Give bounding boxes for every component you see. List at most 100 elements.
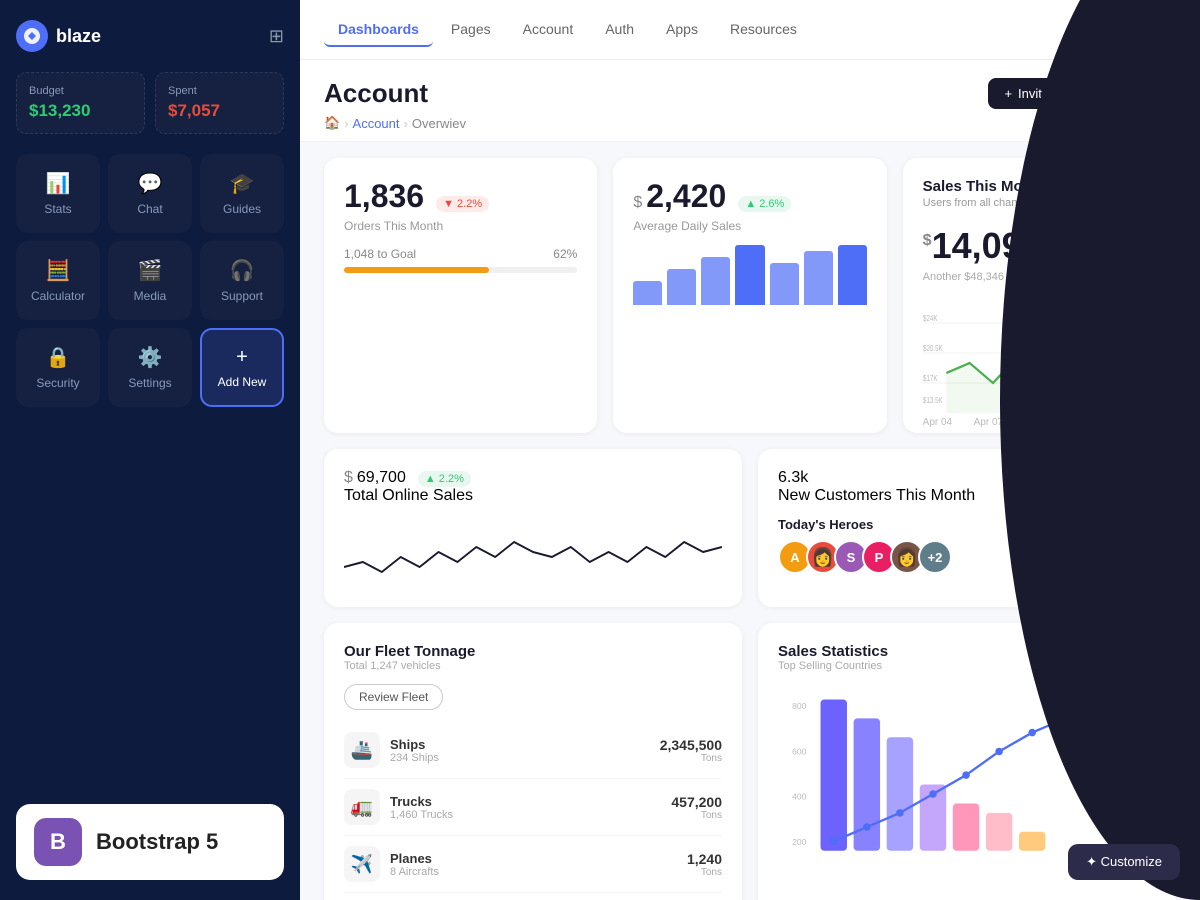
search-button[interactable] [1092,12,1128,48]
daily-sales-card: $ 2,420 ▲ 2.6% Average Daily Sales [613,158,886,433]
stats-row-1: 1,836 ▼ 2.2% Orders This Month 1,048 to … [324,158,1176,433]
logo: blaze [16,20,101,52]
chart-label-4: Apr 13 [1076,417,1105,428]
sales-month-value: $14,094 [923,225,1156,267]
sales-month-subtitle: Users from all channels [923,197,1156,209]
tab-account[interactable]: Account [509,13,588,47]
media-icon: 🎬 [138,258,163,283]
tab-pages[interactable]: Pages [437,13,505,47]
bootstrap-icon: B [34,818,82,866]
ships-icon: 🚢 [344,732,380,768]
sidebar-item-guides[interactable]: 🎓 Guides [200,154,284,233]
sales-stats-title: Sales Statistics [778,643,1156,660]
breadcrumb-current: Overwiev [412,116,466,131]
security-icon: 🔒 [46,345,71,370]
sales-month-title: Sales This Months [923,178,1156,195]
create-app-button[interactable]: Create App [1075,78,1176,109]
bar-3 [701,257,730,305]
tab-resources[interactable]: Resources [716,13,811,47]
daily-sales-badge: ▲ 2.6% [738,196,791,212]
orders-badge: ▼ 2.2% [436,196,489,212]
svg-text:600: 600 [792,746,806,756]
ships-sub: 234 Ships [390,752,439,764]
nav-right: U [1092,12,1176,48]
heroes-avatars: A 👩 S P 👩 +2 [778,540,1156,574]
sidebar-item-security[interactable]: 🔒 Security [16,328,100,407]
chart-label-5: Apr 16 [1127,417,1156,428]
sidebar-item-calculator[interactable]: 🧮 Calculator [16,241,100,320]
spent-value: $7,057 [168,101,271,121]
orders-label: Orders This Month [344,219,577,233]
online-sales-badge: ▲ 2.2% [418,471,471,487]
sidebar-item-add-new[interactable]: + Add New [200,328,284,407]
trucks-icon: 🚛 [344,789,380,825]
sales-month-card: Sales This Months Users from all channel… [903,158,1176,433]
page-title: Account [324,78,428,109]
stats-icon: 📊 [46,171,71,196]
user-avatar[interactable]: U [1140,12,1176,48]
online-sales-label: Total Online Sales [344,487,722,505]
tab-apps[interactable]: Apps [652,13,712,47]
svg-text:100%: 100% [1142,699,1156,709]
planes-unit: Tons [687,867,722,878]
breadcrumb-account[interactable]: Account [353,116,400,131]
topnav: Dashboards Pages Account Auth Apps Resou… [300,0,1200,60]
main-content: Dashboards Pages Account Auth Apps Resou… [300,0,1200,900]
fleet-item-planes: ✈️ Planes 8 Aircrafts 1,240 Tons [344,836,722,893]
sidebar-header: blaze ⊞ [16,20,284,52]
breadcrumb: 🏠 › Account › Overwiev [324,115,1176,131]
sidebar-item-support[interactable]: 🎧 Support [200,241,284,320]
tab-auth[interactable]: Auth [591,13,648,47]
sidebar-item-stats-label: Stats [44,202,71,216]
bar-5 [770,263,799,305]
support-icon: 🎧 [230,258,255,283]
sidebar-item-stats[interactable]: 📊 Stats [16,154,100,233]
logo-text: blaze [56,26,101,47]
trucks-unit: Tons [671,810,722,821]
orders-value: 1,836 [344,178,424,215]
new-customers-value: 6.3k [778,469,1156,487]
heroes-section: Today's Heroes A 👩 S P 👩 +2 [778,517,1156,574]
planes-icon: ✈️ [344,846,380,882]
online-sales-value: 69,700 [357,469,406,487]
review-fleet-button[interactable]: Review Fleet [344,684,443,710]
daily-sales-prefix: $ [633,194,642,212]
budget-value: $13,230 [29,101,132,121]
sidebar-item-calculator-label: Calculator [31,289,85,303]
svg-text:80%: 80% [1142,746,1156,756]
menu-icon[interactable]: ⊞ [269,26,284,47]
ships-value: 2,345,500 [660,737,722,753]
page-header: Account + Invite Create App 🏠 › Account … [300,60,1200,142]
daily-sales-label: Average Daily Sales [633,219,866,233]
stats-row-2: $ 69,700 ▲ 2.2% Total Online Sales 6.3k … [324,449,1176,607]
sidebar-item-support-label: Support [221,289,263,303]
invite-button[interactable]: + Invite [988,78,1065,109]
goal-text: Another $48,346 to Goal [923,271,1156,283]
settings-icon: ⚙️ [138,345,163,370]
sales-stats-subtitle: Top Selling Countries [778,660,1156,672]
sidebar-item-settings[interactable]: ⚙️ Settings [108,328,192,407]
planes-value: 1,240 [687,851,722,867]
customize-button[interactable]: ✦ Customize [1068,844,1180,880]
fleet-subtitle: Total 1,247 vehicles [344,660,722,672]
svg-text:200: 200 [792,837,806,847]
sidebar-item-add-new-label: Add New [218,375,267,389]
sidebar-item-media[interactable]: 🎬 Media [108,241,192,320]
sidebar-item-media-label: Media [134,289,167,303]
fleet-item-trucks: 🚛 Trucks 1,460 Trucks 457,200 Tons [344,779,722,836]
bootstrap-badge: B Bootstrap 5 [16,804,284,880]
bar-6 [804,251,833,305]
tab-dashboards[interactable]: Dashboards [324,13,433,47]
sidebar-grid: 📊 Stats 💬 Chat 🎓 Guides 🧮 Calculator 🎬 M… [16,154,284,407]
progress-bar-fill [344,267,489,273]
trucks-sub: 1,460 Trucks [390,809,453,821]
breadcrumb-home-icon: 🏠 [324,115,340,131]
chart-label-2: Apr 07 [974,417,1003,428]
svg-text:$20.5K: $20.5K [923,344,943,353]
sales-month-chart: $24K $20.5K $17K $13.5K Apr 04 Apr 07 Ap… [923,293,1156,413]
ships-unit: Tons [660,753,722,764]
chart-label-3: Apr 10 [1025,417,1054,428]
progress-bar-bg [344,267,577,273]
sidebar-item-chat[interactable]: 💬 Chat [108,154,192,233]
fleet-card: Our Fleet Tonnage Total 1,247 vehicles R… [324,623,742,900]
